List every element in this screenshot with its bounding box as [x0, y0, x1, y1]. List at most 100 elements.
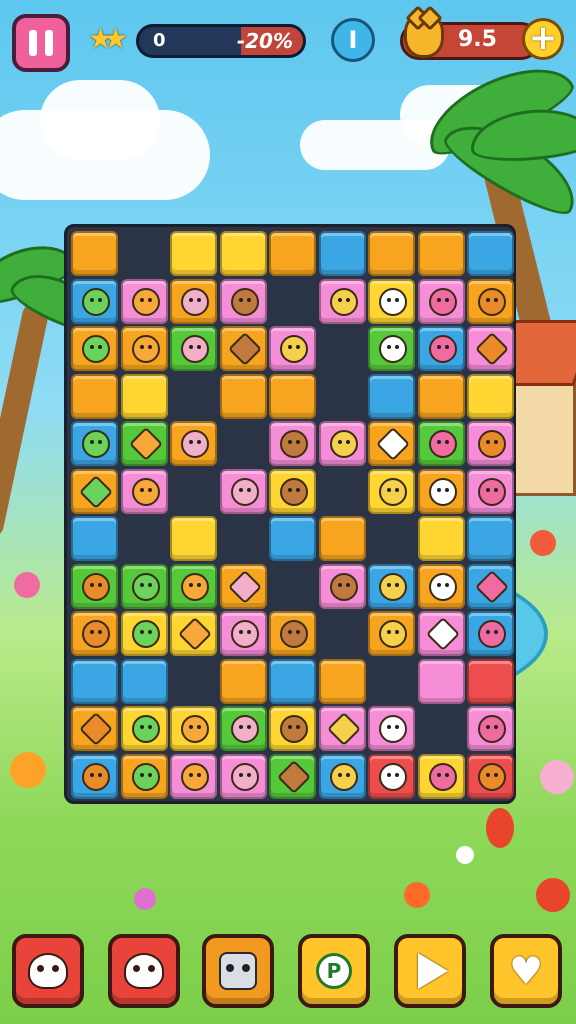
board-tile[interactable]	[368, 563, 415, 609]
board-tile[interactable]	[318, 516, 366, 561]
board-tile[interactable]	[467, 658, 514, 704]
board-tile[interactable]	[71, 231, 118, 276]
board-tile[interactable]	[269, 231, 316, 276]
board-tile[interactable]	[170, 611, 217, 656]
board-tile[interactable]	[368, 421, 415, 466]
board-tile[interactable]	[71, 373, 118, 419]
board-tile[interactable]	[467, 421, 514, 466]
board-tile[interactable]	[219, 706, 267, 751]
board-tile[interactable]	[71, 421, 118, 466]
board-tile[interactable]	[467, 231, 514, 276]
board-tile[interactable]	[120, 421, 168, 466]
board-tile[interactable]	[368, 373, 415, 419]
toolbar-button-4[interactable]: P	[298, 934, 370, 1008]
board-tile[interactable]	[417, 611, 465, 656]
board-tile[interactable]	[269, 326, 316, 371]
board-tile[interactable]	[170, 231, 217, 276]
board-tile[interactable]	[120, 373, 168, 419]
board-tile[interactable]	[417, 516, 465, 561]
board-tile[interactable]	[269, 706, 316, 751]
board-tile[interactable]	[417, 563, 465, 609]
board-tile[interactable]	[170, 706, 217, 751]
board-tile[interactable]	[417, 753, 465, 799]
board-tile[interactable]	[417, 421, 465, 466]
toolbar-button-2[interactable]	[108, 934, 180, 1008]
board-tile[interactable]	[120, 753, 168, 799]
board-tile[interactable]	[71, 326, 118, 371]
board-tile[interactable]	[120, 563, 168, 609]
board-tile[interactable]	[318, 421, 366, 466]
board-tile[interactable]	[170, 278, 217, 324]
board-tile[interactable]	[467, 468, 514, 514]
board-tile[interactable]	[71, 753, 118, 799]
board-tile[interactable]	[71, 658, 118, 704]
board-tile[interactable]	[269, 753, 316, 799]
board-tile[interactable]	[318, 563, 366, 609]
toolbar-button-6[interactable]: ♥	[490, 934, 562, 1008]
board-tile[interactable]	[467, 278, 514, 324]
board-tile[interactable]	[269, 658, 316, 704]
board-tile[interactable]	[467, 753, 514, 799]
board-tile[interactable]	[219, 563, 267, 609]
board-tile[interactable]	[71, 468, 118, 514]
board-tile[interactable]	[71, 706, 118, 751]
board-tile[interactable]	[417, 326, 465, 371]
board-tile[interactable]	[467, 326, 514, 371]
board-tile[interactable]	[417, 373, 465, 419]
board-tile[interactable]	[318, 706, 366, 751]
board-tile[interactable]	[269, 421, 316, 466]
board-tile[interactable]	[219, 231, 267, 276]
pause-button[interactable]	[12, 14, 70, 72]
board-tile[interactable]	[170, 326, 217, 371]
board-tile[interactable]	[467, 611, 514, 656]
toolbar-button-1[interactable]	[12, 934, 84, 1008]
board-tile[interactable]	[417, 468, 465, 514]
board-tile[interactable]	[318, 658, 366, 704]
board-tile[interactable]	[318, 231, 366, 276]
board-tile[interactable]	[467, 373, 514, 419]
board-tile[interactable]	[417, 278, 465, 324]
board-tile[interactable]	[219, 611, 267, 656]
board-tile[interactable]	[368, 468, 415, 514]
board-tile[interactable]	[71, 278, 118, 324]
board-tile[interactable]	[368, 706, 415, 751]
board-tile[interactable]	[71, 563, 118, 609]
board-tile[interactable]	[120, 468, 168, 514]
board-tile[interactable]	[269, 611, 316, 656]
info-button[interactable]: I	[331, 18, 375, 62]
board-tile[interactable]	[219, 658, 267, 704]
board-tile[interactable]	[467, 706, 514, 751]
board-tile[interactable]	[170, 563, 217, 609]
board-tile[interactable]	[219, 326, 267, 371]
board-tile[interactable]	[120, 278, 168, 324]
board-tile[interactable]	[120, 611, 168, 656]
board-tile[interactable]	[269, 516, 316, 561]
board-tile[interactable]	[417, 231, 465, 276]
board-tile[interactable]	[318, 753, 366, 799]
add-coins-button[interactable]: +	[522, 18, 564, 60]
board-tile[interactable]	[269, 373, 316, 419]
board-tile[interactable]	[318, 278, 366, 324]
board-tile[interactable]	[368, 611, 415, 656]
board-tile[interactable]	[368, 231, 415, 276]
board-tile[interactable]	[467, 563, 514, 609]
board-tile[interactable]	[120, 326, 168, 371]
board-tile[interactable]	[368, 278, 415, 324]
board-tile[interactable]	[170, 516, 217, 561]
toolbar-button-3[interactable]	[202, 934, 274, 1008]
board-tile[interactable]	[170, 753, 217, 799]
board-tile[interactable]	[120, 706, 168, 751]
board-tile[interactable]	[219, 373, 267, 419]
board-tile[interactable]	[71, 516, 118, 561]
board-tile[interactable]	[368, 753, 415, 799]
board-tile[interactable]	[219, 468, 267, 514]
board-tile[interactable]	[368, 326, 415, 371]
board-tile[interactable]	[219, 753, 267, 799]
board-tile[interactable]	[120, 658, 168, 704]
board-tile[interactable]	[170, 421, 217, 466]
board-tile[interactable]	[269, 468, 316, 514]
board-tile[interactable]	[417, 658, 465, 704]
board-tile[interactable]	[467, 516, 514, 561]
play-button[interactable]	[394, 934, 466, 1008]
board-tile[interactable]	[219, 278, 267, 324]
